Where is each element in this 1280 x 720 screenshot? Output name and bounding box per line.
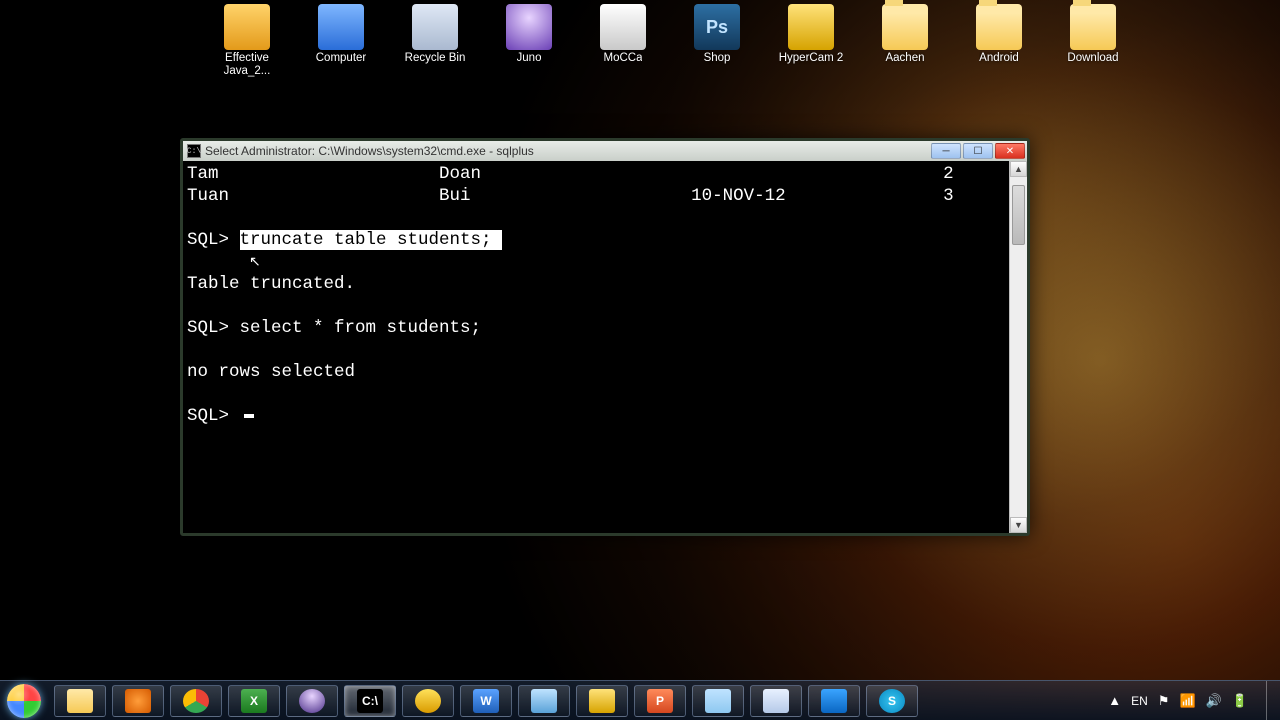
taskbar-item-powerpoint[interactable]: P: [634, 685, 686, 717]
volume-icon[interactable]: 🔊: [1206, 693, 1222, 709]
folder-icon: [976, 4, 1022, 50]
bin-icon: [412, 4, 458, 50]
juno-icon: [506, 4, 552, 50]
taskbar-item-explorer[interactable]: [54, 685, 106, 717]
taskbar-item-paint[interactable]: [750, 685, 802, 717]
taskbar-item-hypercam[interactable]: [576, 685, 628, 717]
hypercam-icon: [589, 689, 615, 713]
desktop-icon-label: MoCCa: [604, 52, 643, 65]
desktop-icon-label: Effective Java_2...: [210, 52, 284, 77]
desktop-icon-mocca[interactable]: MoCCa: [586, 4, 660, 77]
notepad-icon: [705, 689, 731, 713]
taskbar-item-jdownloader[interactable]: [402, 685, 454, 717]
wmp-icon: [125, 689, 151, 713]
powerpoint-icon: P: [647, 689, 673, 713]
battery-icon[interactable]: 🔋: [1232, 693, 1248, 709]
desktop-icon-computer[interactable]: Computer: [304, 4, 378, 77]
hyper-icon: [788, 4, 834, 50]
desktop-icons: Effective Java_2... Computer Recycle Bin Ju…: [210, 4, 1130, 77]
window-title: Select Administrator: C:\Windows\system3…: [205, 144, 534, 158]
mocca-icon: [600, 4, 646, 50]
scrollbar[interactable]: ▲ ▼: [1009, 161, 1027, 533]
folder-icon: [882, 4, 928, 50]
desktop-icon-label: Juno: [517, 52, 542, 65]
comp-icon: [318, 4, 364, 50]
maximize-button[interactable]: ☐: [963, 143, 993, 159]
taskbar-item-sqldev[interactable]: [518, 685, 570, 717]
taskbar-items: X C:\ W P S: [54, 685, 918, 717]
windows-orb-icon: [7, 684, 41, 718]
eclipse-icon: [299, 689, 325, 713]
system-tray: ▲ EN ⚑ 📶 🔊 🔋: [1108, 681, 1276, 720]
desktop-icon-hypercam-2[interactable]: HyperCam 2: [774, 4, 848, 77]
desktop-icon-aachen[interactable]: Aachen: [868, 4, 942, 77]
window-buttons: ─ ☐ ✕: [929, 143, 1025, 159]
explorer-icon: [67, 689, 93, 713]
taskbar-item-notepad[interactable]: [692, 685, 744, 717]
terminal-output[interactable]: Tam Doan 2 Tuan Bui 10-NOV-12 3 SQL> tru…: [183, 161, 1009, 533]
taskbar-item-excel[interactable]: X: [228, 685, 280, 717]
desktop-icon-label: Computer: [316, 52, 367, 65]
paint-icon: [763, 689, 789, 713]
taskbar-item-word[interactable]: W: [460, 685, 512, 717]
desktop-icon-label: Shop: [704, 52, 731, 65]
desktop-icon-label: Recycle Bin: [405, 52, 466, 65]
desktop-icon-label: Download: [1067, 52, 1118, 65]
jdownloader-icon: [415, 689, 441, 713]
cmd-icon: C:\: [357, 689, 383, 713]
close-button[interactable]: ✕: [995, 143, 1025, 159]
minimize-button[interactable]: ─: [931, 143, 961, 159]
cmd-window[interactable]: C:\ Select Administrator: C:\Windows\sys…: [180, 138, 1030, 536]
tray-expand-icon[interactable]: ▲: [1108, 693, 1121, 708]
taskbar-item-teamviewer[interactable]: [808, 685, 860, 717]
desktop-icon-recycle-bin[interactable]: Recycle Bin: [398, 4, 472, 77]
taskbar-item-cmd[interactable]: C:\: [344, 685, 396, 717]
sqldev-icon: [531, 689, 557, 713]
selected-text: truncate table students;: [240, 230, 503, 250]
flag-icon[interactable]: ⚑: [1158, 693, 1170, 709]
desktop-icon-label: Aachen: [885, 52, 924, 65]
desktop-icon-effective-java-2-[interactable]: Effective Java_2...: [210, 4, 284, 77]
scroll-down-button[interactable]: ▼: [1010, 517, 1027, 533]
titlebar[interactable]: C:\ Select Administrator: C:\Windows\sys…: [183, 141, 1027, 161]
language-indicator[interactable]: EN: [1131, 694, 1148, 708]
taskbar-item-eclipse[interactable]: [286, 685, 338, 717]
scroll-up-button[interactable]: ▲: [1010, 161, 1027, 177]
desktop-icon-juno[interactable]: Juno: [492, 4, 566, 77]
desktop-icon-download[interactable]: Download: [1056, 4, 1130, 77]
taskbar-item-wmp[interactable]: [112, 685, 164, 717]
network-icon[interactable]: 📶: [1179, 693, 1195, 709]
chrome-icon: [183, 689, 209, 713]
taskbar-item-chrome[interactable]: [170, 685, 222, 717]
taskbar-item-skype[interactable]: S: [866, 685, 918, 717]
teamviewer-icon: [821, 689, 847, 713]
folder-icon: [1070, 4, 1116, 50]
scroll-thumb[interactable]: [1012, 185, 1025, 245]
word-icon: W: [473, 689, 499, 713]
terminal-cursor: [244, 414, 254, 418]
pdf-icon: [224, 4, 270, 50]
desktop-icon-label: Android: [979, 52, 1019, 65]
ps-icon: Ps: [694, 4, 740, 50]
skype-icon: S: [879, 689, 905, 713]
desktop-icon-shop[interactable]: Ps Shop: [680, 4, 754, 77]
start-button[interactable]: [0, 681, 48, 720]
show-desktop-button[interactable]: [1266, 681, 1276, 720]
desktop-icon-android[interactable]: Android: [962, 4, 1036, 77]
desktop-icon-label: HyperCam 2: [779, 52, 844, 65]
cmd-sysicon: C:\: [187, 144, 201, 158]
taskbar: X C:\ W P S ▲ EN ⚑ 📶 🔊 🔋: [0, 680, 1280, 720]
scroll-track[interactable]: [1010, 177, 1027, 517]
excel-icon: X: [241, 689, 267, 713]
